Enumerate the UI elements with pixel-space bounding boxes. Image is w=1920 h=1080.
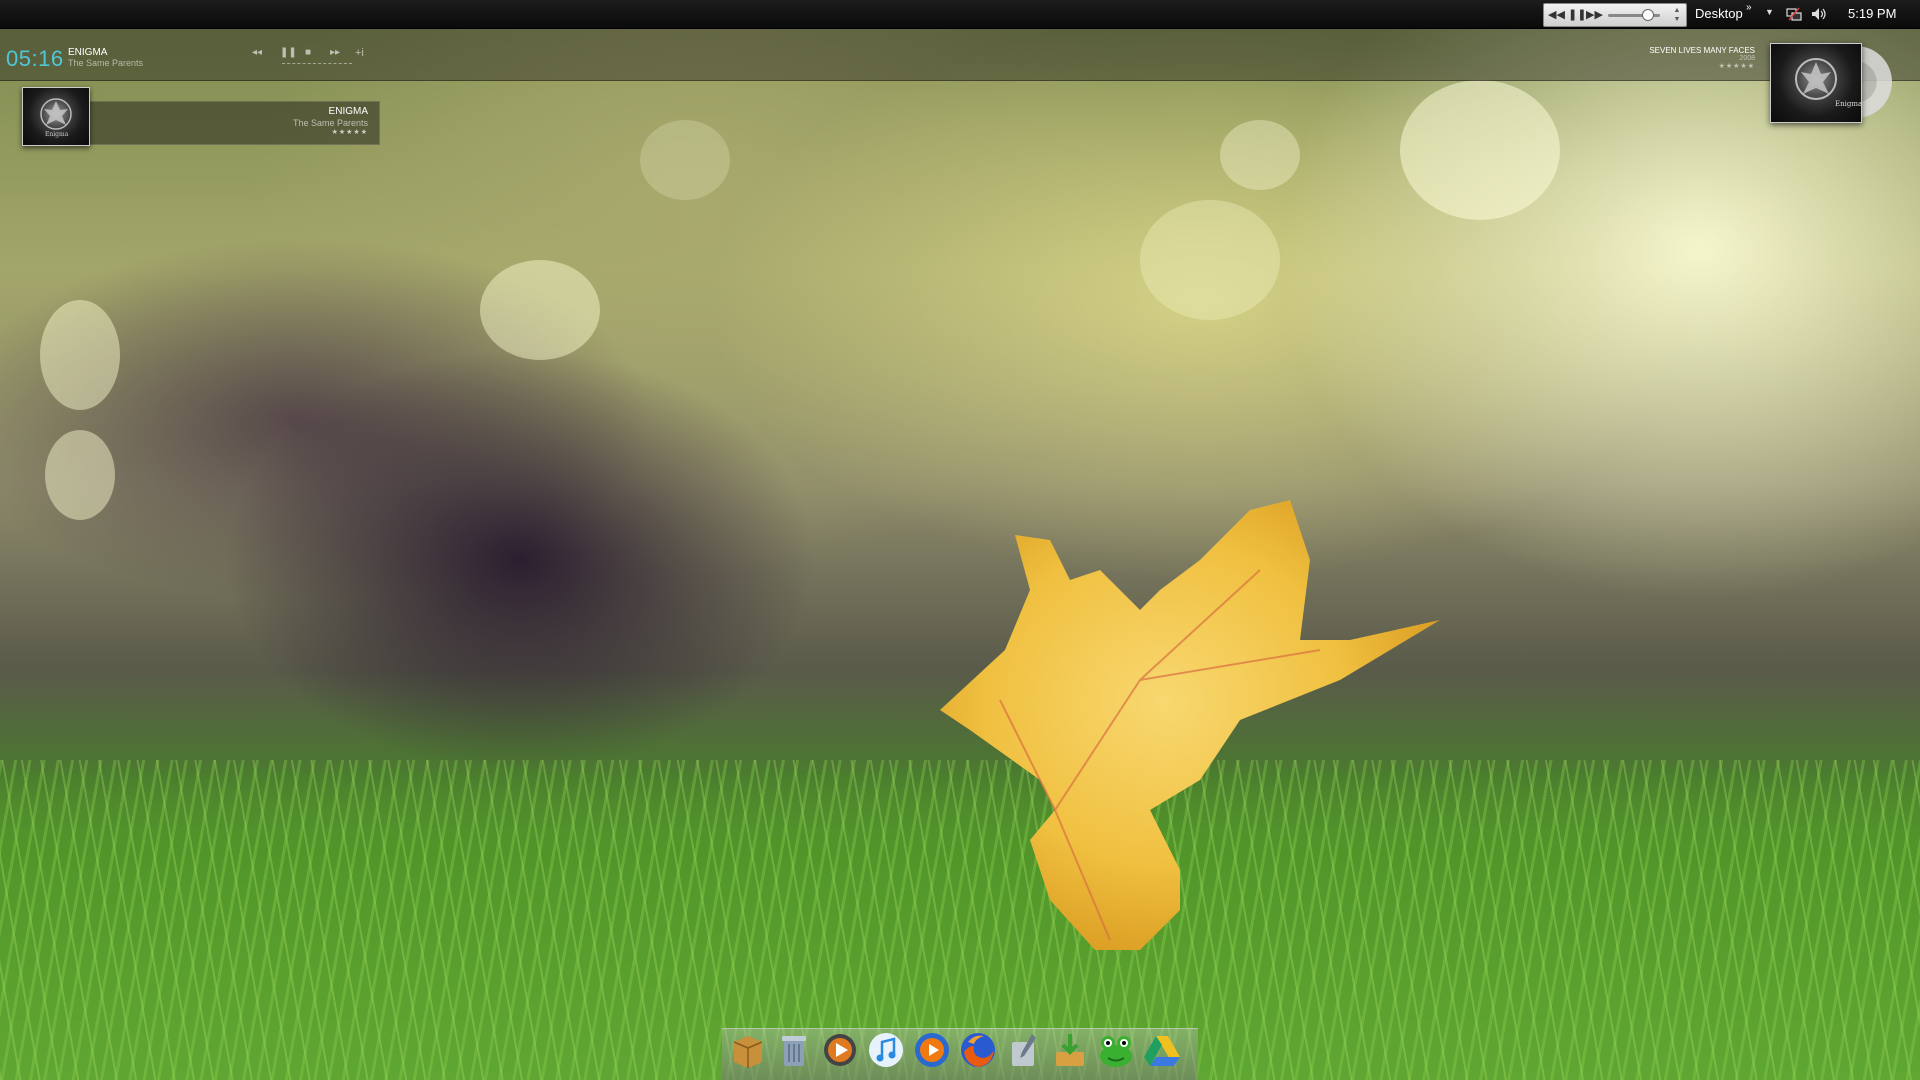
next-icon[interactable]: ▸▸ [330,47,340,58]
toolbar-overflow-chevron-icon[interactable]: » [1746,2,1752,13]
info-icon[interactable]: +i [355,47,364,59]
frog-messenger-icon[interactable] [1096,1030,1136,1070]
maple-leaf-image [940,500,1440,950]
windows-media-player-icon[interactable] [912,1030,952,1070]
album-year: 2008 [1739,55,1755,62]
mini-media-player: ◀◀ ❚❚ ▶▶ ▲ ▼ [1543,3,1687,27]
bokeh-light [640,120,730,200]
panel-artist: ENIGMA [328,106,368,117]
firefox-icon[interactable] [958,1030,998,1070]
pause-icon[interactable]: ❚❚ [280,47,297,58]
recycle-bin-icon[interactable] [774,1030,814,1070]
album-title: SEVEN LIVES MANY FACES [1649,46,1755,55]
volume-slider-thumb[interactable] [1642,9,1654,21]
itunes-icon[interactable] [866,1030,906,1070]
bokeh-light [480,260,600,360]
bokeh-light [1400,80,1560,220]
system-clock[interactable]: 5:19 PM [1848,6,1896,21]
stop-icon[interactable]: ■ [305,47,311,58]
top-taskbar: ◀◀ ❚❚ ▶▶ ▲ ▼ Desktop » ▼ 5:19 PM [0,0,1920,29]
next-icon[interactable]: ▶▶ [1586,7,1603,23]
bokeh-light [1140,200,1280,320]
progress-divider [282,63,352,64]
panel-track-title: The Same Parents [292,118,368,128]
panel-rating[interactable]: ★★★★★ [332,128,368,136]
pause-icon[interactable]: ❚❚ [1568,7,1586,23]
download-icon[interactable] [1050,1030,1090,1070]
track-title: The Same Parents [68,58,144,68]
enigma-logo-icon [1795,58,1837,100]
album-rating[interactable]: ★★★★★ [1719,62,1755,70]
volume-icon[interactable] [1810,5,1828,23]
media-player-icon[interactable] [820,1030,860,1070]
network-icon[interactable] [1786,6,1802,22]
previous-icon[interactable]: ◂◂ [252,47,262,58]
bokeh-light [40,300,120,410]
google-drive-icon[interactable] [1142,1030,1182,1070]
cover-caption: Enigma [1835,100,1863,108]
bokeh-light [45,430,115,520]
track-artist: ENIGMA [68,47,108,58]
elapsed-time: 05:16 [6,46,64,71]
player-expand-arrows-icon[interactable]: ▲ ▼ [1672,6,1682,24]
tray-expand-arrow-icon[interactable]: ▼ [1765,7,1774,17]
desktop-toolbar-label[interactable]: Desktop [1695,6,1743,21]
album-cover[interactable] [1770,43,1862,123]
previous-icon[interactable]: ◀◀ [1548,7,1565,23]
bokeh-light [1220,120,1300,190]
now-playing-bar: 05:16 ENIGMA The Same Parents ◂◂ ❚❚ ■ ▸▸… [0,29,1920,81]
desktop-wallpaper: ◀◀ ❚❚ ▶▶ ▲ ▼ Desktop » ▼ 5:19 PM 05:16 EN… [0,0,1920,1080]
pen-tool-icon[interactable] [1004,1030,1044,1070]
package-icon[interactable] [728,1030,768,1070]
panel-cover-caption: Enigma [45,131,69,138]
